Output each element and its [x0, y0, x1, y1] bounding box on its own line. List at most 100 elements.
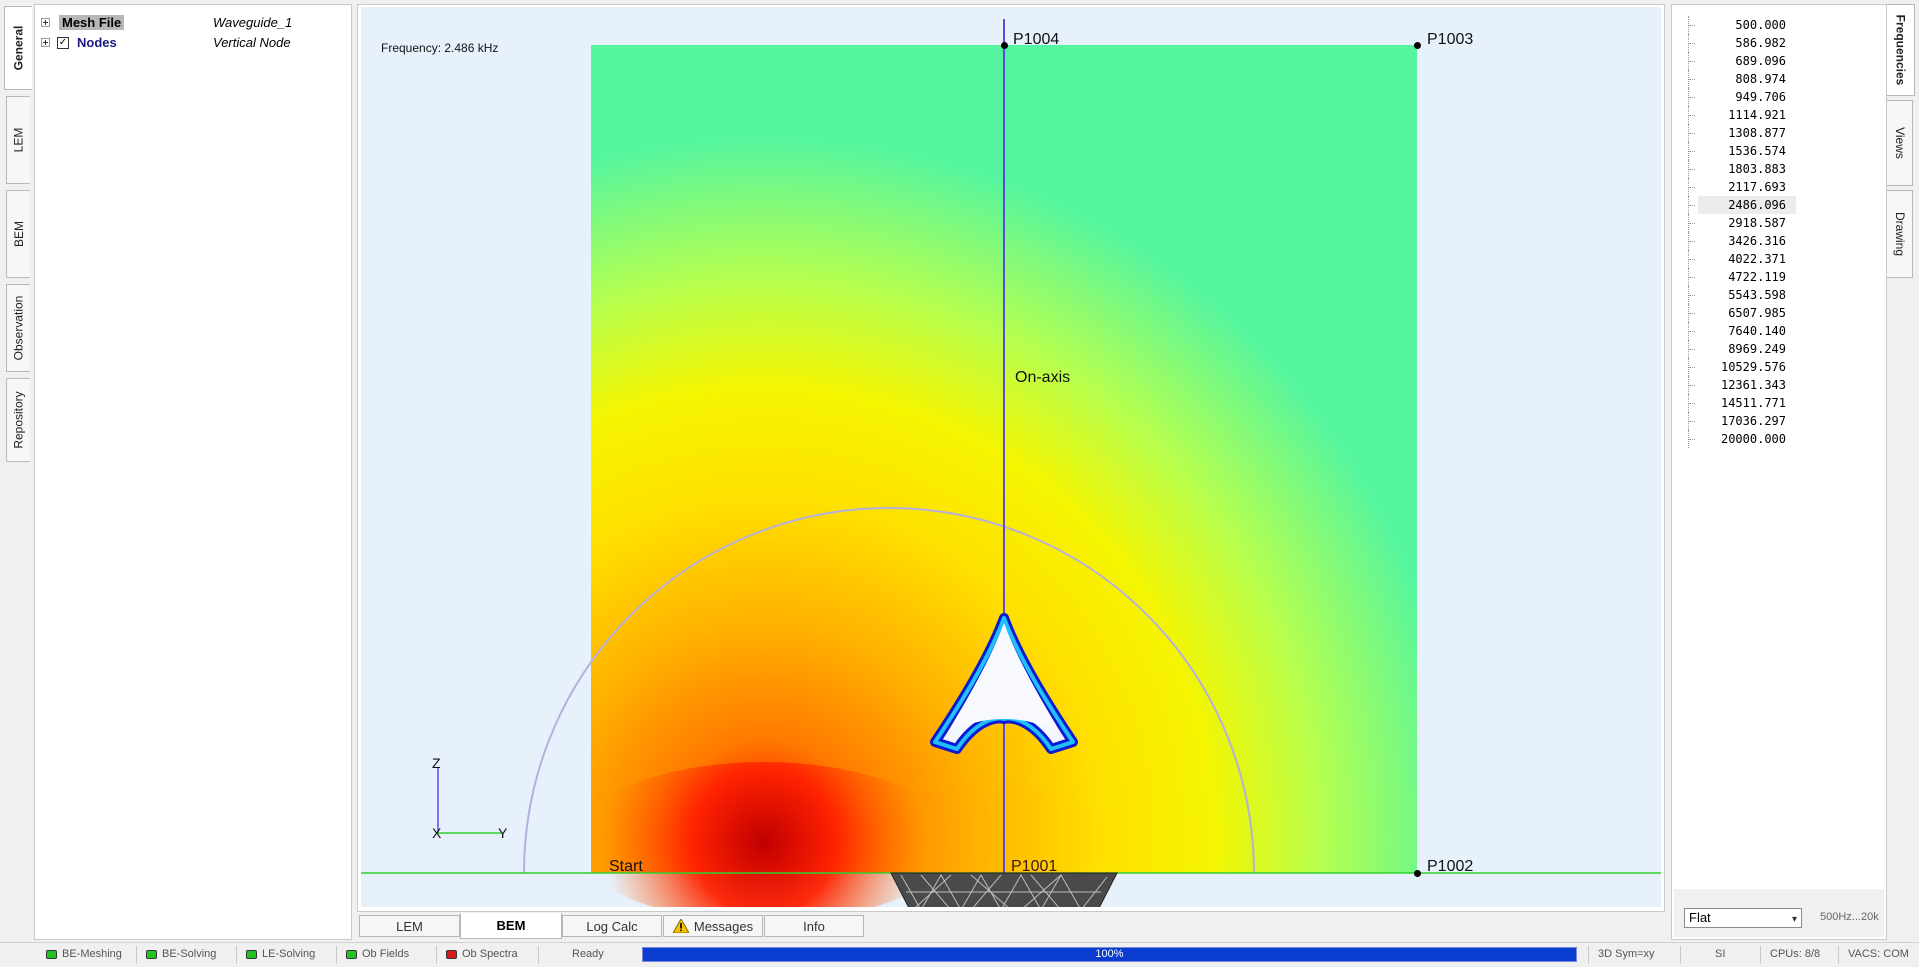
frequency-item-selected[interactable]: 2486.096	[1684, 196, 1882, 214]
tab-messages[interactable]: Messages	[663, 915, 763, 937]
frequency-value: 14511.771	[1720, 396, 1786, 410]
frequency-item[interactable]: 689.096	[1684, 52, 1882, 70]
tree-row-mesh-file[interactable]: Mesh File Waveguide_1	[35, 14, 351, 32]
status-led-le-solving	[246, 950, 257, 959]
frequency-range-label: 500Hz...20k	[1820, 911, 1879, 923]
tab-repository[interactable]: Repository	[6, 378, 30, 462]
frequency-item[interactable]: 7640.140	[1684, 322, 1882, 340]
frequency-value: 808.974	[1735, 72, 1786, 86]
frequency-item[interactable]: 5543.598	[1684, 286, 1882, 304]
tree-value-nodes: Vertical Node	[213, 35, 291, 50]
frequency-item[interactable]: 808.974	[1684, 70, 1882, 88]
tab-bem-view[interactable]: BEM	[460, 913, 562, 939]
tab-bem-view-label: BEM	[496, 918, 526, 933]
frequencies-panel: 500.000 586.982 689.096 808.974 949.706 …	[1671, 4, 1887, 940]
tab-drawing[interactable]: Drawing	[1887, 190, 1913, 278]
tab-lem[interactable]: LEM	[6, 96, 30, 184]
tab-info[interactable]: Info	[764, 915, 864, 937]
frequency-value: 4022.371	[1728, 252, 1786, 266]
tab-messages-label: Messages	[693, 918, 754, 934]
status-cpus: CPUs: 8/8	[1770, 948, 1821, 960]
frequency-item[interactable]: 1308.877	[1684, 124, 1882, 142]
axis-z-label: Z	[432, 755, 441, 771]
tab-views-label: Views	[1892, 127, 1907, 159]
tab-general-label: General	[11, 25, 26, 71]
main-view: Frequency: 2.486 kHz P1004 P1003 P1002 P…	[357, 4, 1665, 912]
frequency-item[interactable]: 3426.316	[1684, 232, 1882, 250]
project-tree: Mesh File Waveguide_1 ✓ Nodes Vertical N…	[34, 4, 352, 940]
frequency-value: 1536.574	[1728, 144, 1786, 158]
tree-row-nodes[interactable]: ✓ Nodes Vertical Node	[35, 34, 351, 52]
frequency-item[interactable]: 949.706	[1684, 88, 1882, 106]
chevron-down-icon: ▾	[1791, 914, 1797, 925]
tab-info-label: Info	[803, 918, 825, 934]
tab-bem-label: BEM	[11, 220, 26, 248]
node-p1004-marker[interactable]	[1001, 42, 1008, 49]
status-units: SI	[1715, 948, 1726, 960]
tree-value-mesh-file: Waveguide_1	[213, 15, 293, 30]
tab-log-calc[interactable]: Log Calc	[562, 915, 662, 937]
frequency-item[interactable]: 8969.249	[1684, 340, 1882, 358]
expand-icon[interactable]	[41, 18, 50, 27]
tab-drawing-label: Drawing	[1892, 211, 1907, 257]
frequency-item[interactable]: 4722.119	[1684, 268, 1882, 286]
frequency-value: 586.982	[1735, 36, 1786, 50]
frequency-item[interactable]: 10529.576	[1684, 358, 1882, 376]
axis-x-label: X	[432, 825, 442, 841]
status-led-be-meshing	[46, 950, 57, 959]
tab-lem-label: LEM	[11, 127, 26, 153]
node-p1001-label: P1001	[1011, 858, 1058, 875]
warning-icon	[672, 917, 690, 934]
frequency-item[interactable]: 12361.343	[1684, 376, 1882, 394]
status-ready: Ready	[572, 948, 604, 960]
status-led-ob-fields	[346, 950, 357, 959]
frequency-value: 949.706	[1735, 90, 1786, 104]
progress-text: 100%	[1095, 948, 1124, 960]
status-be-meshing: BE-Meshing	[62, 948, 122, 960]
node-p1002-marker[interactable]	[1414, 870, 1421, 877]
tab-lem-view[interactable]: LEM	[359, 915, 460, 937]
status-ob-fields: Ob Fields	[362, 948, 410, 960]
frequency-value: 1114.921	[1728, 108, 1786, 122]
frequency-item[interactable]: 1114.921	[1684, 106, 1882, 124]
tab-views[interactable]: Views	[1887, 100, 1913, 186]
weighting-select[interactable]: Flat ▾	[1684, 908, 1802, 928]
view-tab-bar: LEM BEM Log Calc Messages Info	[357, 913, 957, 939]
expand-icon[interactable]	[41, 38, 50, 47]
frequency-item[interactable]: 6507.985	[1684, 304, 1882, 322]
tab-observation-label: Observation	[11, 295, 26, 361]
status-bar: BE-Meshing BE-Solving LE-Solving Ob Fiel…	[0, 942, 1919, 967]
tab-bem[interactable]: BEM	[6, 190, 30, 278]
tab-general[interactable]: General	[4, 6, 32, 90]
frequency-item[interactable]: 1803.883	[1684, 160, 1882, 178]
axis-y-label: Y	[498, 825, 508, 841]
status-be-solving: BE-Solving	[162, 948, 217, 960]
frequency-item[interactable]: 4022.371	[1684, 250, 1882, 268]
frequency-item[interactable]: 17036.297	[1684, 412, 1882, 430]
nodes-checkbox[interactable]: ✓	[57, 37, 69, 49]
frequency-item[interactable]: 1536.574	[1684, 142, 1882, 160]
tab-repository-label: Repository	[11, 391, 26, 449]
frequency-value: 12361.343	[1720, 378, 1786, 392]
frequency-item[interactable]: 586.982	[1684, 34, 1882, 52]
frequency-value: 5543.598	[1728, 288, 1786, 302]
frequency-value: 2117.693	[1728, 180, 1786, 194]
frequency-value: 8969.249	[1728, 342, 1786, 356]
frequency-value: 10529.576	[1720, 360, 1786, 374]
frequency-item[interactable]: 2918.587	[1684, 214, 1882, 232]
tab-observation[interactable]: Observation	[6, 284, 30, 372]
frequency-item[interactable]: 14511.771	[1684, 394, 1882, 412]
node-p1003-marker[interactable]	[1414, 42, 1421, 49]
frequency-item[interactable]: 20000.000	[1684, 430, 1882, 448]
status-ob-spectra: Ob Spectra	[462, 948, 518, 960]
frequency-value: 1308.877	[1728, 126, 1786, 140]
frequency-value: 2918.587	[1728, 216, 1786, 230]
tab-log-calc-label: Log Calc	[586, 918, 638, 934]
frequency-value: 6507.985	[1728, 306, 1786, 320]
frequency-item[interactable]: 500.000	[1684, 16, 1882, 34]
tab-frequencies[interactable]: Frequencies	[1887, 4, 1915, 96]
frequency-item[interactable]: 2117.693	[1684, 178, 1882, 196]
field-viewport[interactable]: Frequency: 2.486 kHz P1004 P1003 P1002 P…	[361, 7, 1661, 907]
node-p1004-label: P1004	[1013, 31, 1060, 48]
frequency-label: Frequency: 2.486 kHz	[381, 41, 499, 55]
